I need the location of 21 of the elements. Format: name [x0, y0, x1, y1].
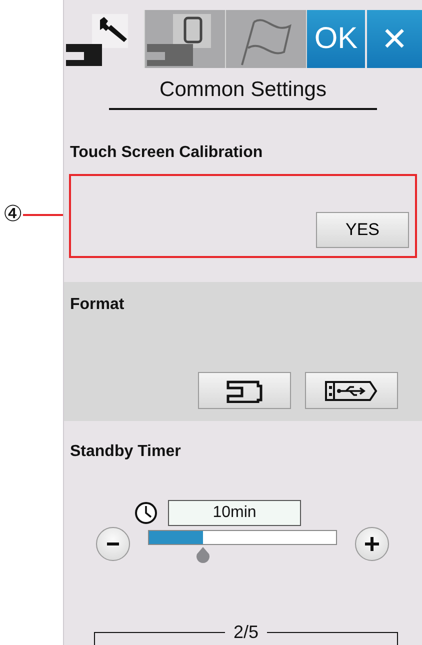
- leader-line: [22, 214, 63, 216]
- section-label: Standby Timer: [70, 442, 182, 462]
- section-label: Touch Screen Calibration: [70, 143, 264, 163]
- plus-button[interactable]: [355, 526, 389, 560]
- machine-format-button[interactable]: [198, 372, 291, 409]
- section-label: Format: [70, 295, 126, 315]
- sewing-machine-icon: [224, 378, 264, 402]
- settings-tab[interactable]: [145, 10, 226, 68]
- timer-value: 10min: [168, 500, 301, 526]
- callout-number: ④: [3, 202, 23, 227]
- page-indicator: 2/5: [233, 621, 259, 643]
- yes-button[interactable]: YES: [316, 212, 409, 248]
- screen-title: Common Settings: [109, 78, 377, 110]
- close-button[interactable]: ✕: [367, 10, 422, 68]
- usb-format-button[interactable]: [305, 372, 398, 409]
- minus-button[interactable]: [96, 526, 130, 560]
- ok-button[interactable]: OK: [307, 10, 367, 68]
- usb-stick-icon: [324, 380, 380, 402]
- plus-icon: [364, 536, 380, 552]
- slider-thumb[interactable]: [196, 547, 210, 565]
- clock-icon: [134, 501, 158, 525]
